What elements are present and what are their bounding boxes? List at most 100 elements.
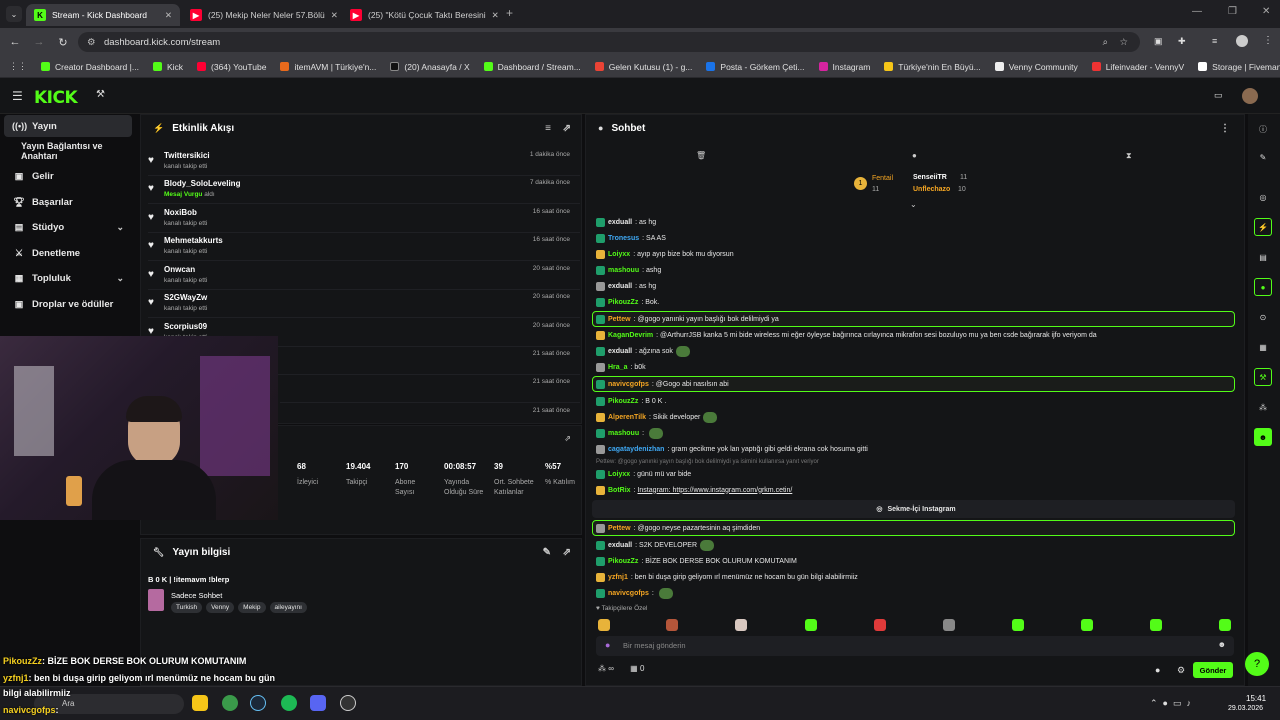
file-explorer-icon[interactable] bbox=[192, 695, 208, 711]
bookmark-gmail[interactable]: Gelen Kutusu (1) - g... bbox=[594, 62, 692, 72]
chat-username[interactable]: PikouzZz bbox=[608, 558, 638, 565]
puzzle-icon[interactable]: ✚ bbox=[1178, 36, 1186, 47]
bookmark-venny[interactable]: Venny Community bbox=[994, 62, 1078, 72]
chat-message[interactable]: AlperenTilk: Sikik developer bbox=[596, 410, 1236, 424]
back-icon[interactable]: ← bbox=[6, 33, 24, 51]
chat-message[interactable]: exduall: S2K DEVELOPER bbox=[596, 538, 1236, 552]
discord-icon[interactable] bbox=[310, 695, 326, 711]
layers-icon[interactable]: ▦ bbox=[1254, 338, 1272, 356]
lightning-icon[interactable]: ⚡ bbox=[1254, 218, 1272, 236]
bot-icon[interactable]: ☻ bbox=[1254, 428, 1272, 446]
chat-message[interactable]: Tronesus: SA AS bbox=[596, 231, 1236, 245]
chat-message[interactable]: KaganDevrim: @ArthurrJSB kanka 5 mi bide… bbox=[596, 328, 1236, 342]
apps-icon[interactable]: ⋮⋮ bbox=[9, 61, 27, 72]
new-tab-button[interactable]: + bbox=[506, 6, 513, 20]
activity-event-row[interactable]: ♥ Blody_SoloLeveling Mesaj Vurgu aldı 7 dak… bbox=[148, 176, 580, 204]
bookmark-star-icon[interactable]: ☆ bbox=[1119, 37, 1128, 48]
info-icon[interactable]: ⓘ bbox=[1254, 120, 1272, 138]
chat-message[interactable]: Pettew: @gogo yanınki yayın başlığı bok … bbox=[596, 458, 1236, 466]
chat-username[interactable]: exduall bbox=[608, 348, 632, 355]
chat-username[interactable]: Loiyxx bbox=[608, 251, 630, 258]
tray-icons[interactable]: ⌃ ● ▭ ♪ bbox=[1150, 698, 1191, 709]
chat-username[interactable]: exduall bbox=[608, 219, 632, 226]
chat-input[interactable]: ● Bir mesaj gönderin ☻ bbox=[596, 636, 1234, 656]
chat-username[interactable]: Hra_a bbox=[608, 364, 627, 371]
document-icon[interactable]: ▤ bbox=[1254, 248, 1272, 266]
tag[interactable]: Turkish bbox=[171, 602, 203, 613]
close-icon[interactable]: ✕ bbox=[486, 10, 499, 21]
activity-event-row[interactable]: ♥ S2GWayZw kanalı takip etti 20 saat önce bbox=[148, 290, 580, 318]
chrome-icon[interactable] bbox=[222, 695, 238, 711]
tab-kick-dashboard[interactable]: K Stream - Kick Dashboard ✕ bbox=[26, 4, 180, 26]
chat-message[interactable]: Loiyxx: ayıp ayıp bize bok mu diyorsun bbox=[596, 247, 1236, 261]
gift-counter-icon[interactable]: ▦ bbox=[630, 664, 638, 673]
chat-username[interactable]: yzfnj1 bbox=[608, 574, 628, 581]
emote-button[interactable] bbox=[805, 619, 817, 631]
media-icon[interactable]: ≡ bbox=[1212, 36, 1217, 46]
chat-message[interactable]: BotRix: Instagram: https://www.instagram… bbox=[596, 483, 1236, 497]
chat-icon[interactable]: ● bbox=[1254, 278, 1272, 296]
chat-message[interactable]: PikouzZz: BİZE BOK DERSE BOK OLURUM KOMU… bbox=[596, 554, 1236, 568]
chat-username[interactable]: mashouu bbox=[608, 430, 639, 437]
chat-username[interactable]: PikouzZz bbox=[608, 299, 638, 306]
reload-icon[interactable]: ↻ bbox=[54, 33, 72, 51]
chat-username[interactable]: KaganDevrim bbox=[608, 332, 653, 339]
chat-message[interactable]: navivcgofps: @Gogo abi nasılsın abi bbox=[596, 377, 1236, 391]
maximize-button[interactable]: ❐ bbox=[1228, 6, 1237, 17]
bookmark-instagram[interactable]: Instagram bbox=[818, 62, 870, 72]
mic-icon[interactable]: ● bbox=[605, 640, 610, 650]
chat-message[interactable]: PikouzZz: Bok. bbox=[596, 295, 1236, 309]
message-icon[interactable]: ● bbox=[912, 151, 917, 160]
emote-button[interactable] bbox=[598, 619, 610, 631]
spotify-icon[interactable] bbox=[281, 695, 297, 711]
emote-button[interactable] bbox=[874, 619, 886, 631]
chat-username[interactable]: AlperenTilk bbox=[608, 414, 646, 421]
chat-message[interactable]: mashouu: ashg bbox=[596, 263, 1236, 277]
tab-search-button[interactable]: ⌄ bbox=[6, 6, 22, 22]
target-icon[interactable]: ◎ bbox=[1254, 188, 1272, 206]
chat-message[interactable]: navivcgofps: bbox=[596, 586, 1236, 600]
emote-button[interactable] bbox=[1150, 619, 1162, 631]
hamburger-menu-icon[interactable]: ☰ bbox=[12, 89, 23, 103]
more-icon[interactable]: ⋮ bbox=[1220, 123, 1230, 134]
tag[interactable]: aileyayını bbox=[269, 602, 307, 613]
support-button[interactable]: ? bbox=[1245, 652, 1269, 676]
forward-icon[interactable]: → bbox=[30, 33, 48, 51]
chat-username[interactable]: Pettew bbox=[608, 316, 631, 323]
chat-message[interactable]: Pettew: @gogo yanınki yayın başlığı bok … bbox=[596, 312, 1236, 326]
user-avatar[interactable] bbox=[1242, 88, 1258, 104]
url-input[interactable]: ⚙ dashboard.kick.com/stream ⌕ ☆ bbox=[78, 32, 1140, 52]
extension-icon[interactable]: ▣ bbox=[1154, 36, 1163, 47]
broadcast-icon[interactable]: ⊙ bbox=[1254, 308, 1272, 326]
bookmark-kick[interactable]: Kick bbox=[152, 62, 183, 72]
activity-event-row[interactable]: ♥ Mehmetakkurts kanalı takip etti 16 saat ö… bbox=[148, 233, 580, 261]
bookmark-youtube[interactable]: (364) YouTube bbox=[197, 62, 266, 72]
chat-message[interactable]: ◎ Sekme-İçi Instagram bbox=[596, 502, 1236, 516]
mod-view-icon[interactable]: ▭ bbox=[1214, 90, 1223, 101]
emote-button[interactable] bbox=[666, 619, 678, 631]
popout-icon[interactable]: ⇗ bbox=[563, 123, 571, 134]
hourglass-icon[interactable]: ⧗ bbox=[1126, 151, 1132, 161]
emoji-icon[interactable]: ☻ bbox=[1218, 640, 1226, 649]
chat-username[interactable]: Tronesus bbox=[608, 235, 639, 242]
kick-logo[interactable]: KICK bbox=[34, 88, 78, 108]
chat-message[interactable]: mashouu: bbox=[596, 426, 1236, 440]
chat-message[interactable]: Hra_a: b0k bbox=[596, 360, 1236, 374]
obs-icon[interactable] bbox=[340, 695, 356, 711]
chat-username[interactable]: navivcgofps bbox=[608, 381, 649, 388]
chat-username[interactable]: exduall bbox=[608, 283, 632, 290]
activity-event-row[interactable]: ♥ Twittersikici kanalı takip etti 1 dakika … bbox=[148, 148, 580, 176]
activity-event-row[interactable]: ♥ NoxiBob kanalı takip etti 16 saat önce bbox=[148, 205, 580, 233]
popout-icon[interactable]: ⇗ bbox=[563, 547, 571, 558]
edit-icon[interactable]: ✎ bbox=[543, 547, 551, 558]
bookmark-lifeinvader[interactable]: Lifeinvader - VennyV bbox=[1091, 62, 1184, 72]
share-icon[interactable]: ⁂ bbox=[598, 664, 606, 673]
chat-username[interactable]: mashouu bbox=[608, 267, 639, 274]
emote-button[interactable] bbox=[943, 619, 955, 631]
chat-settings-icon[interactable]: ● bbox=[1155, 665, 1160, 675]
bookmark-dashboard-stream[interactable]: Dashboard / Stream... bbox=[483, 62, 581, 72]
sidebar-item-denetleme[interactable]: ⚔ Denetleme bbox=[4, 242, 132, 264]
sidebar-item-droplar[interactable]: ▣ Droplar ve ödüller bbox=[4, 293, 132, 315]
menu-icon[interactable]: ⋮ bbox=[1263, 35, 1273, 46]
chat-message[interactable]: yzfnj1: ben bi duşa girip geliyom ırl me… bbox=[596, 570, 1236, 584]
